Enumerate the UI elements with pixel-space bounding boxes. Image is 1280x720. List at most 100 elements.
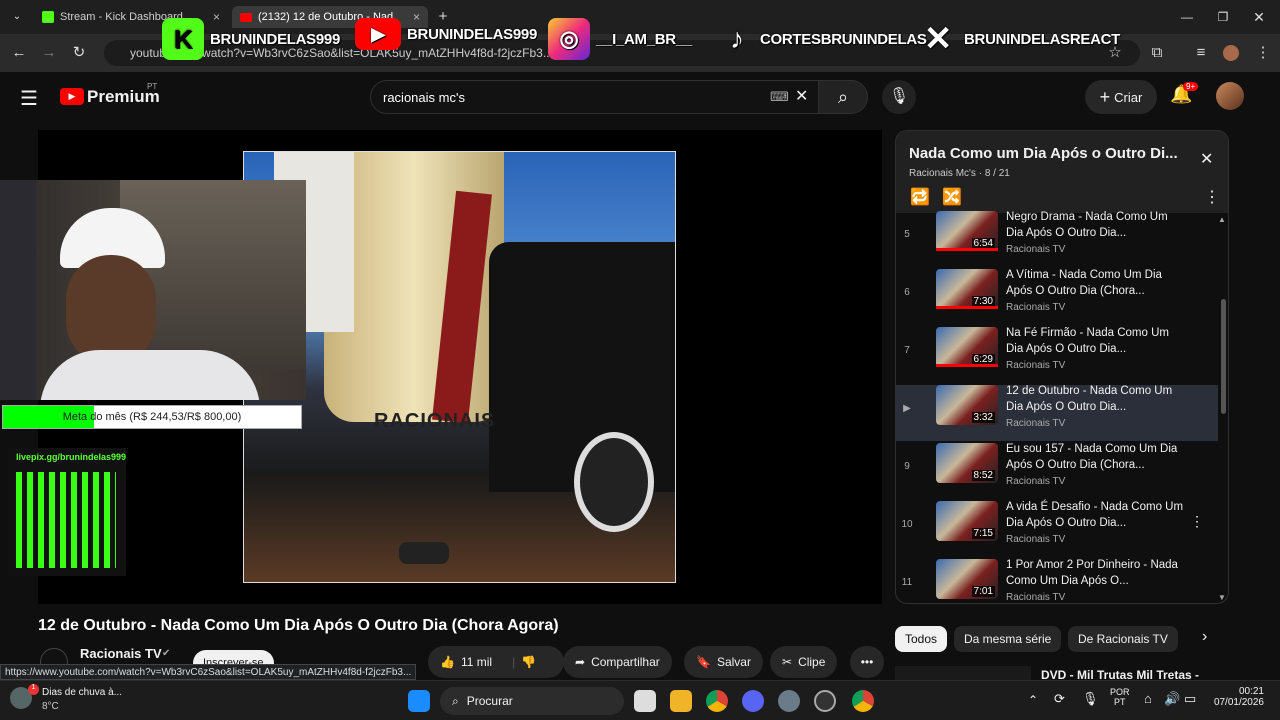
tray-sync-icon[interactable]: ⟳ [1054, 691, 1065, 707]
chrome-active-icon[interactable] [852, 690, 874, 712]
clip-button[interactable]: ✂ Clipe [770, 646, 838, 678]
share-button[interactable]: ➦ Compartilhar [563, 646, 672, 678]
minimize-icon[interactable]: — [1176, 6, 1198, 28]
media-icon[interactable]: ≡ [1190, 42, 1212, 64]
voice-search-button[interactable]: 🎙 [882, 80, 916, 114]
keyboard-icon[interactable]: ⌨ [770, 89, 789, 105]
search-input[interactable]: racionais mc's [370, 80, 820, 114]
obs-icon[interactable] [814, 690, 836, 712]
playlist-item-thumbnail[interactable]: 3:32 [936, 385, 998, 425]
chrome-icon[interactable] [706, 690, 728, 712]
scroll-up-icon[interactable]: ▲ [1218, 215, 1226, 224]
maximize-icon[interactable]: ❐ [1212, 6, 1234, 28]
volume-icon[interactable]: 🔊 [1164, 691, 1180, 707]
playlist-item[interactable]: ▶ 3:32 12 de Outubro - Nada Como Um Dia Ap… [896, 385, 1218, 441]
playlist-item-title[interactable]: A vida É Desafio - Nada Como Um Dia Após… [1006, 499, 1186, 531]
x-handle: BRUNINDELASREACT [964, 30, 1121, 48]
settings-gear-icon[interactable] [778, 690, 800, 712]
windows-start-icon[interactable] [408, 690, 430, 712]
like-icon[interactable]: 👍 [440, 655, 455, 669]
like-count[interactable]: 11 mil [461, 655, 492, 669]
clock[interactable]: 00:21 07/01/2026 [1206, 686, 1264, 708]
kick-banner: K BRUNINDELAS999 [162, 18, 340, 60]
chip-same-series[interactable]: Da mesma série [954, 626, 1062, 652]
battery-icon[interactable]: ▭ [1184, 691, 1196, 707]
task-view-icon[interactable] [634, 690, 656, 712]
playlist-item-thumbnail[interactable]: 7:15 [936, 501, 998, 541]
account-avatar[interactable] [1216, 82, 1244, 110]
playlist-item[interactable]: 9 8:52 Eu sou 157 - Nada Como Um Dia Após … [896, 443, 1218, 499]
clear-search-icon[interactable]: ✕ [795, 86, 808, 106]
tray-chevron-icon[interactable]: ⌃ [1028, 693, 1038, 707]
playlist-scrollbar[interactable] [1221, 299, 1226, 414]
playlist-item[interactable]: 6 7:30 A Vítima - Nada Como Um Dia Após O … [896, 269, 1218, 325]
country-code: PT [147, 82, 158, 91]
playlist-item-title[interactable]: A Vítima - Nada Como Um Dia Após O Outro… [1006, 267, 1186, 299]
playlist-item[interactable]: 10 7:15 A vida É Desafio - Nada Como Um Di… [896, 501, 1218, 557]
next-video-thumbnail[interactable] [895, 666, 1031, 680]
playlist-item-channel: Racionais TV [1006, 302, 1066, 313]
bookmark-icon: 🔖 [696, 655, 711, 669]
playlist-item-title[interactable]: 12 de Outubro - Nada Como Um Dia Após O … [1006, 383, 1186, 415]
playlist-item-channel: Racionais TV [1006, 534, 1066, 545]
extensions-icon[interactable]: ⧉ [1146, 42, 1168, 64]
loop-icon[interactable]: 🔁 [910, 187, 930, 207]
watched-progress-bar [936, 364, 998, 367]
close-window-icon[interactable]: ✕ [1248, 6, 1270, 28]
chip-channel[interactable]: De Racionais TV [1068, 626, 1178, 652]
playlist-title[interactable]: Nada Como um Dia Após o Outro Di... [909, 145, 1178, 162]
playlist-item-thumbnail[interactable]: 7:01 [936, 559, 998, 599]
scissors-icon: ✂ [782, 655, 793, 669]
tab-search-icon[interactable]: ⌄ [6, 6, 28, 28]
x-banner: ✕ BRUNINDELASREACT [918, 18, 1120, 60]
discord-icon[interactable] [742, 690, 764, 712]
more-actions-button[interactable]: ••• [850, 646, 884, 678]
language-code: POR [1110, 687, 1130, 697]
back-icon[interactable]: ← [8, 42, 30, 64]
playlist-item-title[interactable]: Na Fé Firmão - Nada Como Um Dia Após O O… [1006, 325, 1186, 357]
webcam-feed [0, 180, 306, 400]
playlist-item[interactable]: 7 6:29 Na Fé Firmão - Nada Como Um Dia Apó… [896, 327, 1218, 383]
dislike-icon[interactable]: 👎 [521, 655, 536, 669]
notification-count-badge: 9+ [1183, 82, 1199, 91]
playlist-item-menu-icon[interactable]: ⋮ [1190, 513, 1204, 530]
playlist-item-thumbnail[interactable]: 6:54 [936, 211, 998, 251]
channel-name[interactable]: Racionais TV [80, 646, 162, 661]
playlist-item[interactable]: 11 7:01 1 Por Amor 2 Por Dinheiro - Nada C… [896, 557, 1218, 603]
chip-all[interactable]: Todos [895, 626, 948, 652]
shuffle-icon[interactable]: 🔀 [942, 187, 962, 207]
album-logo-text: RACIONAIS [374, 410, 496, 432]
tray-mic-icon[interactable]: 🎙 [1082, 691, 1099, 707]
qr-code [16, 472, 116, 568]
microphone-icon: 🎙 [888, 88, 910, 105]
playlist-item-thumbnail[interactable]: 6:29 [936, 327, 998, 367]
scroll-down-icon[interactable]: ▼ [1218, 593, 1226, 602]
reload-icon[interactable]: ↻ [68, 42, 90, 64]
playlist-item-thumbnail[interactable]: 7:30 [936, 269, 998, 309]
forward-icon[interactable]: → [38, 42, 60, 64]
playlist-item[interactable]: 5 6:54 Negro Drama - Nada Como Um Dia Após… [896, 211, 1218, 267]
file-explorer-icon[interactable] [670, 690, 692, 712]
plus-icon: + [1099, 86, 1111, 107]
profile-avatar[interactable] [1220, 42, 1242, 64]
menu-hamburger-icon[interactable]: ☰ [20, 86, 38, 111]
close-playlist-icon[interactable]: ✕ [1200, 149, 1213, 169]
playlist-item-channel: Racionais TV [1006, 592, 1066, 603]
chips-next-icon[interactable]: › [1202, 628, 1207, 646]
playlist-item-duration: 7:01 [971, 586, 995, 597]
search-button[interactable]: ⌕ [818, 80, 868, 114]
weather-title[interactable]: Dias de chuva à... [42, 687, 122, 698]
language-indicator[interactable]: POR PT [1110, 687, 1130, 707]
youtube-logo-icon[interactable]: ▶ [60, 88, 84, 105]
network-icon[interactable]: ⌂ [1144, 691, 1152, 706]
playlist-item-title[interactable]: 1 Por Amor 2 Por Dinheiro - Nada Como Um… [1006, 557, 1186, 589]
browser-menu-icon[interactable]: ⋮ [1252, 42, 1274, 64]
playlist-item-title[interactable]: Negro Drama - Nada Como Um Dia Após O Ou… [1006, 209, 1186, 241]
taskbar-search[interactable]: ⌕ Procurar [440, 687, 624, 715]
save-button[interactable]: 🔖 Salvar [684, 646, 763, 678]
create-button[interactable]: + Criar [1085, 80, 1157, 114]
playlist-menu-icon[interactable]: ⋮ [1204, 187, 1220, 207]
playlist-item-title[interactable]: Eu sou 157 - Nada Como Um Dia Após O Out… [1006, 441, 1186, 473]
video-title: 12 de Outubro - Nada Como Um Dia Após O … [38, 617, 559, 634]
playlist-item-thumbnail[interactable]: 8:52 [936, 443, 998, 483]
